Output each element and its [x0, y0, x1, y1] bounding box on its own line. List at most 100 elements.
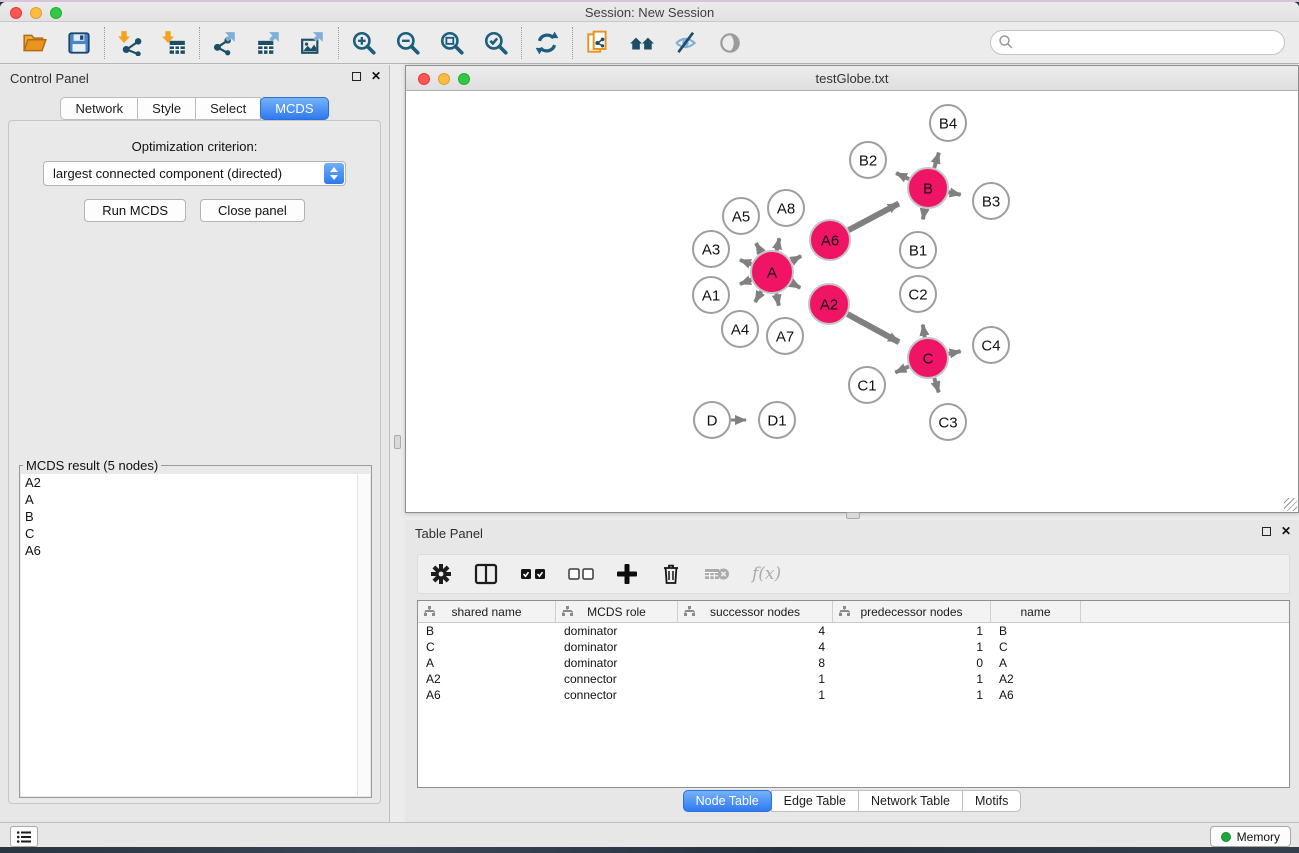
table-cell[interactable]: 8	[678, 656, 833, 670]
result-scrollbar[interactable]	[357, 474, 370, 796]
table-row[interactable]: Bdominator41B	[418, 623, 1289, 639]
edge-B-B4[interactable]	[934, 153, 939, 168]
table-cell[interactable]: 0	[833, 656, 991, 670]
close-panel-button[interactable]: Close panel	[200, 199, 305, 222]
new-network-from-selection-icon[interactable]	[585, 30, 611, 56]
delete-table-icon[interactable]	[704, 565, 730, 583]
table-cell[interactable]: A6	[991, 688, 1081, 702]
table-cell[interactable]: C	[418, 640, 556, 654]
table-cell[interactable]: A	[418, 656, 556, 670]
first-neighbors-icon[interactable]	[629, 30, 655, 56]
task-history-button[interactable]	[10, 826, 38, 847]
mcds-result-item[interactable]: C	[21, 525, 370, 542]
edge-A-A3[interactable]	[740, 260, 751, 264]
edge-A-A2[interactable]	[791, 283, 800, 288]
column-header-MCDS-role[interactable]: MCDS role	[556, 601, 678, 622]
table-cell[interactable]: A6	[418, 688, 556, 702]
toggle-panels-icon[interactable]	[474, 563, 498, 585]
save-session-icon[interactable]	[66, 30, 92, 56]
export-table-icon[interactable]	[256, 30, 282, 56]
control-tab-style[interactable]: Style	[137, 97, 196, 120]
table-cell[interactable]: 1	[833, 688, 991, 702]
edge-A-A1[interactable]	[740, 280, 751, 284]
table-cell[interactable]: A2	[418, 672, 556, 686]
table-tab-motifs[interactable]: Motifs	[962, 790, 1021, 812]
table-cell[interactable]: dominator	[556, 656, 678, 670]
table-cell[interactable]: 1	[678, 672, 833, 686]
edge-B-B3[interactable]	[949, 192, 961, 194]
table-row[interactable]: Adominator80A	[418, 655, 1289, 671]
table-row[interactable]: A6connector11A6	[418, 687, 1289, 703]
control-tab-network[interactable]: Network	[60, 97, 138, 120]
edge-A2-C[interactable]	[847, 314, 899, 342]
table-tab-edge-table[interactable]: Edge Table	[771, 790, 859, 812]
zoom-out-icon[interactable]	[395, 30, 421, 56]
edge-A6-B[interactable]	[849, 203, 899, 230]
table-row[interactable]: Cdominator41C	[418, 639, 1289, 655]
edge-C-C4[interactable]	[949, 351, 961, 353]
edge-C-C1[interactable]	[895, 366, 908, 372]
mcds-result-item[interactable]: B	[21, 508, 370, 525]
column-header-shared-name[interactable]: shared name	[418, 601, 556, 622]
criterion-select[interactable]: largest connected component (directed)	[43, 161, 346, 186]
export-image-icon[interactable]	[300, 30, 326, 56]
column-header-name[interactable]: name	[991, 601, 1081, 622]
hide-selected-icon[interactable]	[673, 30, 699, 56]
select-all-icon[interactable]	[520, 567, 546, 581]
run-mcds-button[interactable]: Run MCDS	[84, 199, 186, 222]
edge-C-C2[interactable]	[923, 325, 925, 338]
table-tab-network-table[interactable]: Network Table	[858, 790, 963, 812]
table-cell[interactable]: 4	[678, 640, 833, 654]
import-network-icon[interactable]	[117, 30, 143, 56]
edge-A-A6[interactable]	[791, 256, 801, 261]
table-cell[interactable]: 1	[833, 640, 991, 654]
table-cell[interactable]: 4	[678, 624, 833, 638]
float-table-panel-icon[interactable]	[1262, 527, 1271, 536]
delete-columns-icon[interactable]	[660, 563, 682, 585]
network-graph[interactable]: AA1A2A3A4A5A6A7A8BB1B2B3B4CC1C2C3C4DD1	[406, 91, 1298, 512]
table-cell[interactable]: dominator	[556, 640, 678, 654]
edge-B-B2[interactable]	[896, 173, 909, 179]
zoom-in-icon[interactable]	[351, 30, 377, 56]
edge-C-C3[interactable]	[934, 378, 938, 392]
vertical-split-handle[interactable]	[394, 435, 401, 449]
table-cell[interactable]: C	[991, 640, 1081, 654]
table-cell[interactable]: 1	[678, 688, 833, 702]
edge-A-A8[interactable]	[777, 238, 780, 250]
close-panel-icon[interactable]: ✕	[371, 71, 381, 81]
table-cell[interactable]: B	[418, 624, 556, 638]
table-cell[interactable]: dominator	[556, 624, 678, 638]
export-network-icon[interactable]	[212, 30, 238, 56]
table-cell[interactable]: connector	[556, 672, 678, 686]
close-table-panel-icon[interactable]: ✕	[1281, 526, 1291, 536]
edge-A-A5[interactable]	[756, 243, 761, 253]
table-row[interactable]: A2connector11A2	[418, 671, 1289, 687]
table-tab-node-table[interactable]: Node Table	[683, 790, 772, 812]
deselect-all-icon[interactable]	[568, 567, 594, 581]
open-session-icon[interactable]	[22, 30, 48, 56]
control-tab-mcds[interactable]: MCDS	[260, 97, 328, 120]
table-cell[interactable]: 1	[833, 672, 991, 686]
zoom-fit-icon[interactable]	[439, 30, 465, 56]
edge-A-A4[interactable]	[755, 291, 761, 302]
memory-button[interactable]: Memory	[1210, 826, 1291, 847]
column-header-successor-nodes[interactable]: successor nodes	[678, 601, 833, 622]
mcds-result-item[interactable]: A2	[21, 474, 370, 491]
apply-layout-icon[interactable]	[534, 30, 560, 56]
network-canvas[interactable]: AA1A2A3A4A5A6A7A8BB1B2B3B4CC1C2C3C4DD1	[406, 91, 1298, 512]
resize-grip-icon[interactable]	[1284, 498, 1297, 511]
column-header-predecessor-nodes[interactable]: predecessor nodes	[833, 601, 991, 622]
table-cell[interactable]: A2	[991, 672, 1081, 686]
table-settings-icon[interactable]	[430, 563, 452, 585]
import-table-icon[interactable]	[161, 30, 187, 56]
float-panel-icon[interactable]	[352, 72, 361, 81]
search-input[interactable]	[990, 30, 1285, 55]
table-cell[interactable]: connector	[556, 688, 678, 702]
table-cell[interactable]: A	[991, 656, 1081, 670]
table-cell[interactable]: B	[991, 624, 1081, 638]
mcds-result-list[interactable]: A2ABCA6	[21, 474, 370, 796]
table-cell[interactable]: 1	[833, 624, 991, 638]
control-tab-select[interactable]: Select	[195, 97, 261, 120]
edge-A-A7[interactable]	[776, 294, 778, 306]
mcds-result-item[interactable]: A	[21, 491, 370, 508]
